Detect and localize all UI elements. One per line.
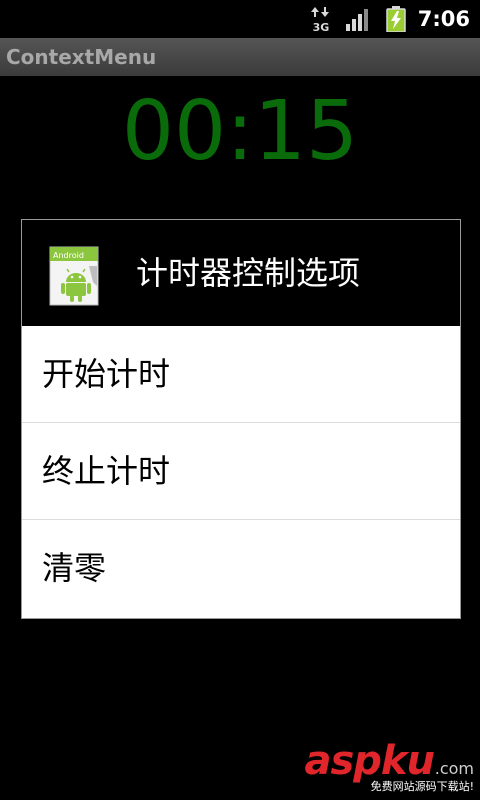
android-icon-label: Android <box>53 251 84 260</box>
context-menu-dialog: Android 计时器控制选项 开始计时 终止计时 清零 <box>21 219 461 619</box>
app-title: ContextMenu <box>6 45 157 69</box>
android-app-icon: Android <box>49 246 99 306</box>
menu-item-stop-timer[interactable]: 终止计时 <box>22 423 460 520</box>
app-title-bar: ContextMenu <box>0 38 480 76</box>
signal-strength-icon <box>346 9 368 31</box>
watermark-brand: aspku <box>304 738 435 784</box>
data-transfer-icon: 3G <box>311 7 330 32</box>
network-type-label: 3G <box>313 21 330 32</box>
menu-item-reset-timer[interactable]: 清零 <box>22 520 460 616</box>
watermark-domain: .com <box>434 759 474 778</box>
watermark: aspku .com 免费网站源码下载站! <box>304 738 474 794</box>
status-time: 7:06 <box>417 7 470 31</box>
context-menu-list: 开始计时 终止计时 清零 <box>22 326 460 616</box>
dialog-header: Android 计时器控制选项 <box>22 220 460 326</box>
status-bar: 3G 7:06 <box>0 0 480 38</box>
timer-display[interactable]: 00:15 <box>0 86 480 178</box>
watermark-tagline: 免费网站源码下载站! <box>370 780 474 793</box>
battery-charging-icon <box>386 6 406 32</box>
menu-item-start-timer[interactable]: 开始计时 <box>22 326 460 423</box>
dialog-title: 计时器控制选项 <box>136 254 361 292</box>
